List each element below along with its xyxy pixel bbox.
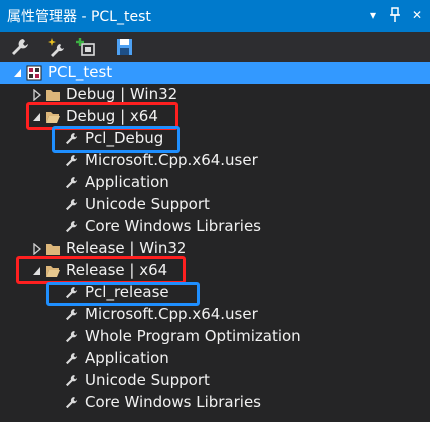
property-tree: PCL_test Debug | Win32 Debug | x64 Pcl_D… <box>0 62 430 422</box>
tree-item-label: PCL_test <box>48 63 113 81</box>
collapsed-arrow-icon[interactable] <box>32 243 42 255</box>
tree-item-pcl-debug[interactable]: Pcl_Debug <box>0 128 430 150</box>
wrench-icon <box>66 397 78 409</box>
wrench-icon <box>66 155 78 167</box>
pin-icon <box>390 7 400 22</box>
tree-item-label: Microsoft.Cpp.x64.user <box>85 305 258 323</box>
add-new-property-sheet-button[interactable] <box>46 35 70 59</box>
tree-item-label: Whole Program Optimization <box>85 327 301 345</box>
tree-item-label: Release | x64 <box>66 261 168 279</box>
tree-item-release-cpp-user[interactable]: Microsoft.Cpp.x64.user <box>0 304 430 326</box>
collapsed-arrow-icon[interactable] <box>32 89 42 101</box>
project-icon <box>26 65 42 81</box>
tree-item-release-application[interactable]: Application <box>0 348 430 370</box>
tree-item-label: Pcl_Debug <box>85 129 164 147</box>
tree-item-release-whole-program[interactable]: Whole Program Optimization <box>0 326 430 348</box>
wrench-icon <box>12 39 28 55</box>
window-title: 属性管理器 - PCL_test <box>7 9 151 25</box>
tree-item-debug-core-windows[interactable]: Core Windows Libraries <box>0 216 430 238</box>
tree-item-label: Release | Win32 <box>66 239 187 257</box>
wrench-icon <box>66 287 78 299</box>
save-icon <box>117 39 132 55</box>
tree-item-label: Core Windows Libraries <box>85 393 261 411</box>
tree-item-release-core-windows[interactable]: Core Windows Libraries <box>0 392 430 414</box>
tree-item-release-x64[interactable]: Release | x64 <box>0 260 430 282</box>
wrench-icon <box>66 309 78 321</box>
title-bar: 属性管理器 - PCL_test ▾ ✕ <box>0 0 430 32</box>
tree-item-release-win32[interactable]: Release | Win32 <box>0 238 430 260</box>
toolbar <box>0 32 430 62</box>
wrench-icon <box>66 133 78 145</box>
expanded-arrow-icon[interactable] <box>13 67 23 79</box>
tree-item-pcl-release[interactable]: Pcl_release <box>0 282 430 304</box>
tree-item-debug-x64[interactable]: Debug | x64 <box>0 106 430 128</box>
tree-item-label: Unicode Support <box>85 371 210 389</box>
expanded-arrow-icon[interactable] <box>32 111 42 123</box>
folder-icon <box>46 90 60 101</box>
open-folder-icon <box>46 112 60 123</box>
tree-item-debug-application[interactable]: Application <box>0 172 430 194</box>
add-new-property-sheet-icon <box>48 38 64 57</box>
open-folder-icon <box>46 266 60 277</box>
tree-item-label: Application <box>85 349 169 367</box>
wrench-icon <box>66 331 78 343</box>
tree-item-debug-unicode[interactable]: Unicode Support <box>0 194 430 216</box>
tree-item-label: Application <box>85 173 169 191</box>
wrench-icon <box>66 375 78 387</box>
tree-item-label: Pcl_release <box>85 283 169 301</box>
tree-item-project[interactable]: PCL_test <box>0 62 430 84</box>
tree-item-debug-win32[interactable]: Debug | Win32 <box>0 84 430 106</box>
window-dropdown-button[interactable]: ▾ <box>364 5 382 25</box>
close-button[interactable]: ✕ <box>408 5 426 25</box>
folder-icon <box>46 244 60 255</box>
tree-item-label: Microsoft.Cpp.x64.user <box>85 151 258 169</box>
tree-item-label: Unicode Support <box>85 195 210 213</box>
tree-item-debug-cpp-user[interactable]: Microsoft.Cpp.x64.user <box>0 150 430 172</box>
add-existing-property-sheet-icon <box>76 38 95 56</box>
add-existing-property-sheet-button[interactable] <box>74 35 98 59</box>
wrench-icon <box>66 199 78 211</box>
wrench-icon <box>66 177 78 189</box>
pin-button[interactable] <box>386 5 404 25</box>
tree-item-label: Debug | Win32 <box>66 85 178 103</box>
expanded-arrow-icon[interactable] <box>32 265 42 277</box>
wrench-icon <box>66 221 78 233</box>
properties-button[interactable] <box>8 35 32 59</box>
save-button[interactable] <box>112 35 136 59</box>
tree-item-release-unicode[interactable]: Unicode Support <box>0 370 430 392</box>
tree-item-label: Core Windows Libraries <box>85 217 261 235</box>
tree-item-label: Debug | x64 <box>66 107 158 125</box>
wrench-icon <box>66 353 78 365</box>
